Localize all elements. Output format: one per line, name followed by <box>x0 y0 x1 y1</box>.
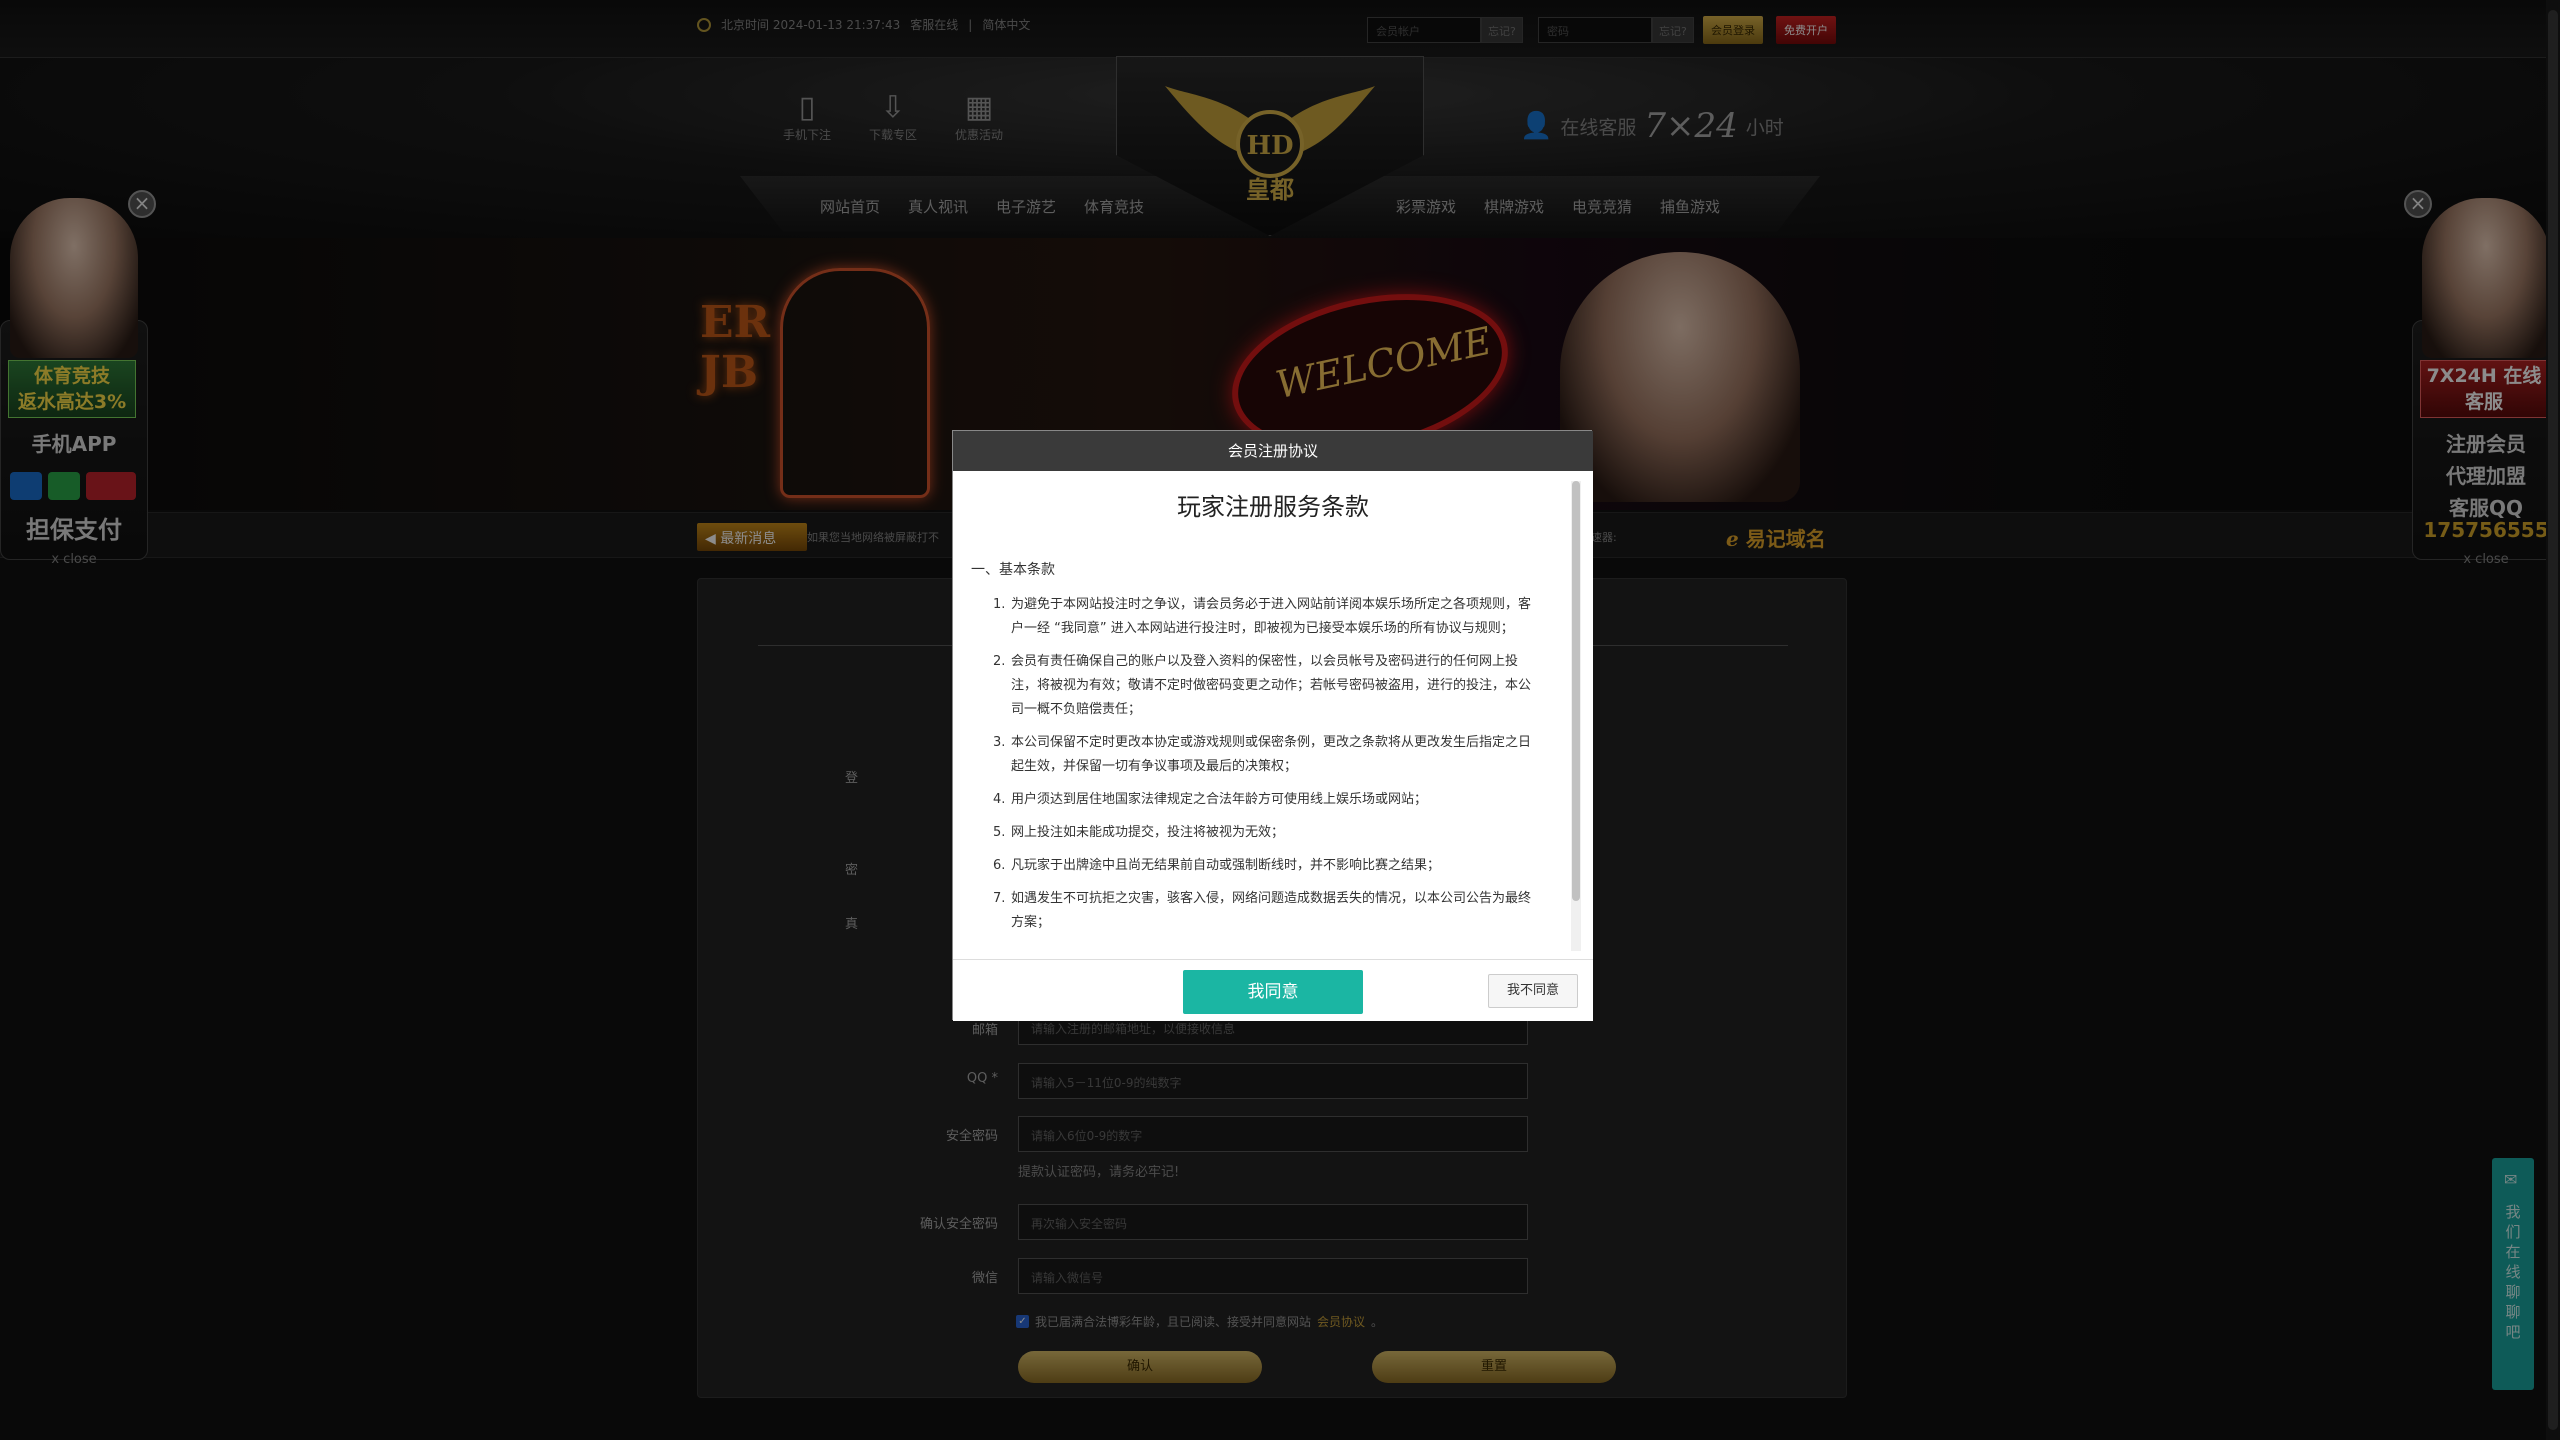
item-text: 网上投注如未能成功提交，投注将被视为无效； <box>1011 825 1285 840</box>
item-text: 为避免于本网站投注时之争议，请会员务必于进入网站前详阅本娱乐场所定之各项规则，客… <box>1011 597 1532 636</box>
list-item: 7. 如遇发生不可抗拒之灾害，骇客入侵，网络问题造成数据丢失的情况，以本公司公告为… <box>993 887 1532 935</box>
item-number: 2. <box>993 654 1006 669</box>
page: 北京时间 2024-01-13 21:37:43 客服在线 | 简体中文 会员帐… <box>0 0 2560 1440</box>
item-text: 凡玩家于出牌途中且尚无结果前自动或强制断线时，并不影响比赛之结果； <box>1011 858 1441 873</box>
list-item: 2. 会员有责任确保自己的账户以及登入资料的保密性，以会员帐号及密码进行的任何网上… <box>993 650 1532 722</box>
item-number: 5. <box>993 825 1006 840</box>
modal-body: 玩家注册服务条款 一、基本条款 1. 为避免于本网站投注时之争议，请会员务必于进入… <box>953 471 1593 959</box>
item-number: 3. <box>993 735 1006 750</box>
list-item: 4. 用户须达到居住地国家法律规定之合法年龄方可使用线上娱乐场或网站； <box>993 788 1531 812</box>
list-item: 6. 凡玩家于出牌途中且尚无结果前自动或强制断线时，并不影响比赛之结果； <box>993 854 1531 878</box>
agree-button[interactable]: 我同意 <box>1183 970 1363 1014</box>
section-heading: 一、基本条款 <box>971 562 1055 578</box>
terms-heading: 玩家注册服务条款 <box>1177 493 1369 521</box>
list-item: 3. 本公司保留不定时更改本协定或游戏规则或保密条例，更改之条款将从更改发生后指定… <box>993 731 1532 779</box>
modal-footer: 我同意 我不同意 <box>953 959 1593 1021</box>
item-text: 用户须达到居住地国家法律规定之合法年龄方可使用线上娱乐场或网站； <box>1011 792 1428 807</box>
modal-scrollbar[interactable] <box>1571 481 1581 951</box>
agreement-modal: 会员注册协议 玩家注册服务条款 一、基本条款 1. 为避免于本网站投注时之争议，请… <box>952 430 1593 1021</box>
list-item: 5. 网上投注如未能成功提交，投注将被视为无效； <box>993 821 1531 845</box>
item-text: 本公司保留不定时更改本协定或游戏规则或保密条例，更改之条款将从更改发生后指定之日… <box>1011 735 1532 774</box>
item-number: 1. <box>993 597 1006 612</box>
modal-title: 会员注册协议 <box>953 431 1593 471</box>
terms-list: 1. 为避免于本网站投注时之争议，请会员务必于进入网站前详阅本娱乐场所定之各项规则… <box>993 593 1532 944</box>
disagree-button[interactable]: 我不同意 <box>1488 974 1578 1008</box>
item-number: 4. <box>993 792 1006 807</box>
item-text: 会员有责任确保自己的账户以及登入资料的保密性，以会员帐号及密码进行的任何网上投注… <box>1011 654 1532 717</box>
item-text: 如遇发生不可抗拒之灾害，骇客入侵，网络问题造成数据丢失的情况，以本公司公告为最终… <box>1011 891 1532 930</box>
list-item: 1. 为避免于本网站投注时之争议，请会员务必于进入网站前详阅本娱乐场所定之各项规则… <box>993 593 1532 641</box>
item-number: 7. <box>993 891 1006 906</box>
item-number: 6. <box>993 858 1006 873</box>
